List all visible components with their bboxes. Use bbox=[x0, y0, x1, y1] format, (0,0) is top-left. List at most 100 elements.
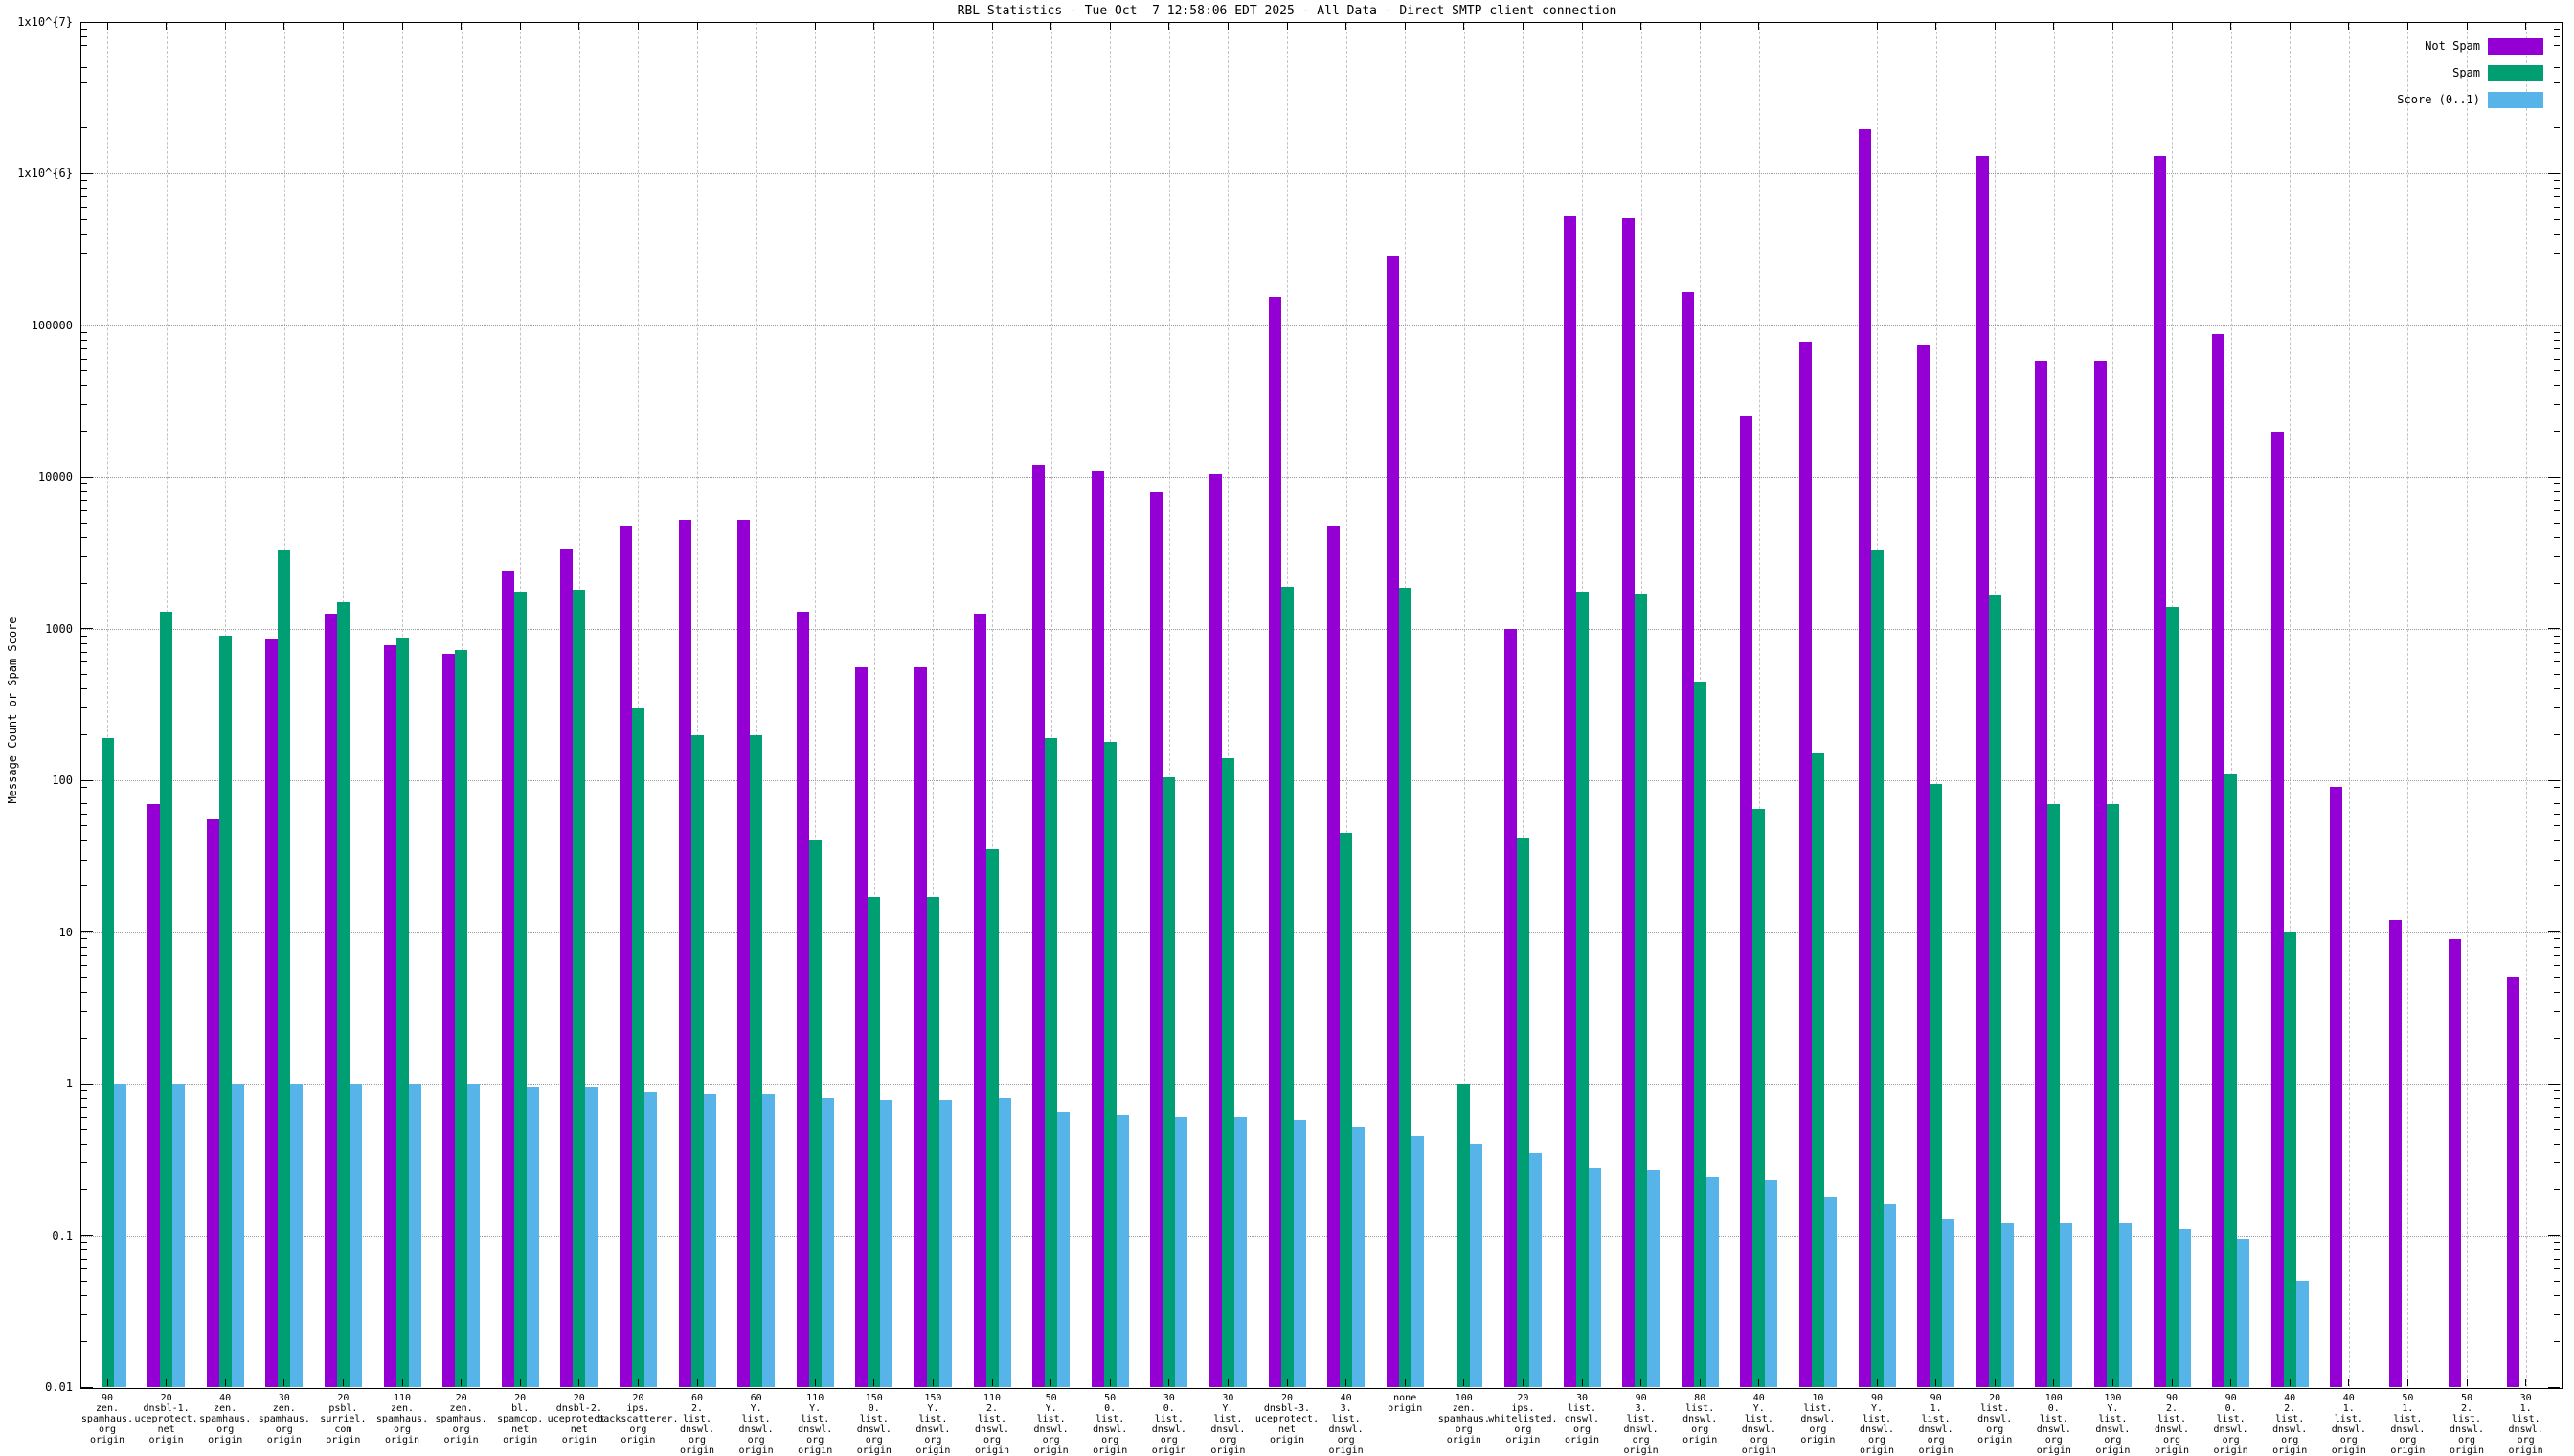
y-minor-tick bbox=[2554, 188, 2560, 190]
x-bottom-tick bbox=[1994, 1379, 1996, 1386]
y-minor-tick bbox=[2554, 1107, 2560, 1109]
y-minor-tick bbox=[81, 81, 87, 83]
y-minor-tick bbox=[2554, 642, 2560, 644]
y-minor-tick bbox=[2554, 1295, 2560, 1297]
y-major-tick bbox=[81, 779, 93, 781]
y-minor-tick bbox=[81, 188, 87, 190]
x-bottom-tick bbox=[342, 1379, 344, 1386]
y-minor-tick bbox=[81, 642, 87, 644]
legend-label: Spam bbox=[2452, 66, 2480, 79]
x-bottom-tick bbox=[461, 1379, 463, 1386]
x-top-tick bbox=[2171, 23, 2173, 30]
x-top-tick bbox=[2053, 23, 2055, 30]
y-minor-tick bbox=[81, 45, 87, 47]
y-minor-tick bbox=[2554, 28, 2560, 30]
y-axis-label: Message Count or Spam Score bbox=[6, 616, 19, 804]
x-bottom-tick bbox=[578, 1379, 580, 1386]
y-minor-tick bbox=[81, 127, 87, 129]
legend-label: Not Spam bbox=[2425, 39, 2480, 53]
x-top-tick bbox=[1581, 23, 1583, 30]
y-minor-tick bbox=[81, 825, 87, 827]
y-minor-tick bbox=[2554, 385, 2560, 387]
x-bottom-tick bbox=[519, 1379, 521, 1386]
y-minor-tick bbox=[81, 331, 87, 333]
y-minor-tick bbox=[81, 938, 87, 940]
x-top-tick bbox=[519, 23, 521, 30]
y-minor-tick bbox=[81, 207, 87, 209]
x-top-tick bbox=[1994, 23, 1996, 30]
y-minor-tick bbox=[81, 635, 87, 637]
y-minor-tick bbox=[81, 404, 87, 406]
y-minor-tick bbox=[81, 218, 87, 220]
x-bottom-tick bbox=[1581, 1379, 1583, 1386]
y-minor-tick bbox=[81, 885, 87, 887]
y-minor-tick bbox=[2554, 1129, 2560, 1131]
y-minor-tick bbox=[81, 35, 87, 37]
x-bottom-tick bbox=[166, 1379, 168, 1386]
x-bottom-tick bbox=[2230, 1379, 2232, 1386]
x-bottom-tick bbox=[1227, 1379, 1229, 1386]
y-tick-label: 1000 bbox=[45, 621, 73, 636]
y-minor-tick bbox=[81, 661, 87, 663]
x-bottom-tick bbox=[401, 1379, 403, 1386]
y-minor-tick bbox=[2554, 331, 2560, 333]
y-minor-tick bbox=[2554, 1249, 2560, 1251]
x-bottom-tick bbox=[1640, 1379, 1642, 1386]
y-minor-tick bbox=[2554, 196, 2560, 198]
x-top-tick bbox=[1758, 23, 1760, 30]
legend-swatch bbox=[2488, 38, 2543, 55]
y-minor-tick bbox=[81, 196, 87, 198]
y-minor-tick bbox=[81, 483, 87, 485]
y-minor-tick bbox=[2554, 35, 2560, 37]
y-minor-tick bbox=[2554, 370, 2560, 372]
x-top-tick bbox=[2111, 23, 2113, 30]
rbl-statistics-chart: RBL Statistics - Tue Oct 7 12:58:06 EDT … bbox=[0, 0, 2574, 1456]
x-top-tick bbox=[637, 23, 639, 30]
y-minor-tick bbox=[81, 555, 87, 557]
plot-border bbox=[80, 22, 2563, 1389]
y-major-tick bbox=[2548, 1235, 2560, 1237]
y-minor-tick bbox=[81, 1097, 87, 1099]
y-major-tick bbox=[2548, 1083, 2560, 1085]
y-minor-tick bbox=[81, 1340, 87, 1342]
y-minor-tick bbox=[81, 840, 87, 841]
y-minor-tick bbox=[2554, 1143, 2560, 1145]
y-minor-tick bbox=[2554, 813, 2560, 815]
y-minor-tick bbox=[2554, 358, 2560, 360]
legend-label: Score (0..1) bbox=[2397, 93, 2480, 106]
y-minor-tick bbox=[81, 180, 87, 182]
y-minor-tick bbox=[2554, 67, 2560, 69]
y-minor-tick bbox=[2554, 483, 2560, 485]
y-minor-tick bbox=[81, 1313, 87, 1315]
x-bottom-tick bbox=[2289, 1379, 2291, 1386]
x-bottom-tick bbox=[1463, 1379, 1465, 1386]
y-minor-tick bbox=[2554, 491, 2560, 493]
x-tick-label: 30 1. list. dnswl. org origin bbox=[2508, 1393, 2543, 1456]
y-minor-tick bbox=[81, 1189, 87, 1191]
x-top-tick bbox=[932, 23, 934, 30]
x-top-tick bbox=[2348, 23, 2350, 30]
y-minor-tick bbox=[2554, 635, 2560, 637]
y-minor-tick bbox=[2554, 976, 2560, 978]
y-minor-tick bbox=[81, 1258, 87, 1260]
x-bottom-tick bbox=[932, 1379, 934, 1386]
x-top-tick bbox=[1109, 23, 1111, 30]
y-tick-label: 10 bbox=[58, 925, 73, 939]
y-minor-tick bbox=[81, 976, 87, 978]
y-minor-tick bbox=[81, 1143, 87, 1145]
legend-item: Score (0..1) bbox=[2294, 92, 2543, 108]
x-bottom-tick bbox=[873, 1379, 875, 1386]
y-minor-tick bbox=[81, 1116, 87, 1118]
y-major-tick bbox=[81, 628, 93, 630]
y-minor-tick bbox=[81, 1295, 87, 1297]
y-minor-tick bbox=[81, 859, 87, 861]
y-minor-tick bbox=[2554, 965, 2560, 967]
y-tick-label: 100000 bbox=[31, 318, 73, 332]
y-minor-tick bbox=[2554, 786, 2560, 788]
y-minor-tick bbox=[2554, 661, 2560, 663]
y-minor-tick bbox=[2554, 1097, 2560, 1099]
x-top-tick bbox=[1404, 23, 1406, 30]
x-bottom-tick bbox=[1876, 1379, 1878, 1386]
x-top-tick bbox=[1640, 23, 1642, 30]
y-minor-tick bbox=[81, 1011, 87, 1012]
